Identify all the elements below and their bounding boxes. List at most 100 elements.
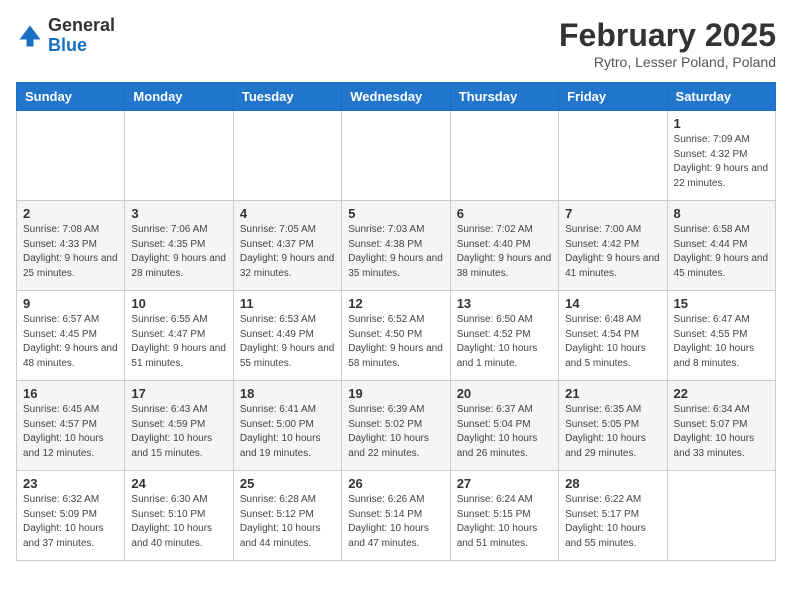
day-number: 26 [348,476,443,491]
day-number: 11 [240,296,335,311]
calendar-cell: 10 Sunrise: 6:55 AM Sunset: 4:47 PM Dayli… [125,291,233,381]
calendar-cell: 19Sunrise: 6:39 AM Sunset: 5:02 PM Dayli… [342,381,450,471]
calendar-cell [125,111,233,201]
day-number: 1 [674,116,769,131]
title-block: February 2025 Rytro, Lesser Poland, Pola… [559,16,776,70]
day-info: Sunrise: 6:35 AM Sunset: 5:05 PM Dayligh… [565,403,660,461]
day-number: 15 [674,296,769,311]
day-number: 17 [131,386,226,401]
day-number: 25 [240,476,335,491]
calendar-week-row: 23 Sunrise: 6:32 AM Sunset: 5:09 PM Dayli… [17,471,776,561]
calendar-header-row: SundayMondayTuesdayWednesdayThursdayFrid… [17,83,776,111]
calendar-cell: 12 Sunrise: 6:52 AM Sunset: 4:50 PM Dayli… [342,291,450,381]
calendar-cell: 1 Sunrise: 7:09 AM Sunset: 4:32 PM Daylig… [667,111,775,201]
day-info: Sunrise: 6:55 AM Sunset: 4:47 PM Dayligh… [131,313,226,371]
calendar-cell: 3 Sunrise: 7:06 AM Sunset: 4:35 PM Daylig… [125,201,233,291]
calendar-cell: 21 Sunrise: 6:35 AM Sunset: 5:05 PM Dayli… [559,381,667,471]
calendar-cell [450,111,558,201]
day-number: 22 [674,386,769,401]
day-number: 13 [457,296,552,311]
month-title: February 2025 [559,16,776,54]
calendar-cell: 18Sunrise: 6:41 AM Sunset: 5:00 PM Dayli… [233,381,341,471]
calendar-cell: 7 Sunrise: 7:00 AM Sunset: 4:42 PM Daylig… [559,201,667,291]
location: Rytro, Lesser Poland, Poland [559,54,776,70]
day-number: 23 [23,476,118,491]
calendar-cell: 5 Sunrise: 7:03 AM Sunset: 4:38 PM Daylig… [342,201,450,291]
weekday-header: Wednesday [342,83,450,111]
day-number: 20 [457,386,552,401]
calendar-cell: 26 Sunrise: 6:26 AM Sunset: 5:14 PM Dayli… [342,471,450,561]
day-info: Sunrise: 6:37 AM Sunset: 5:04 PM Dayligh… [457,403,552,461]
day-info: Sunrise: 7:05 AM Sunset: 4:37 PM Dayligh… [240,223,335,281]
day-number: 10 [131,296,226,311]
day-info: Sunrise: 6:24 AM Sunset: 5:15 PM Dayligh… [457,493,552,551]
calendar-cell: 28 Sunrise: 6:22 AM Sunset: 5:17 PM Dayli… [559,471,667,561]
day-number: 12 [348,296,443,311]
calendar-cell: 6 Sunrise: 7:02 AM Sunset: 4:40 PM Daylig… [450,201,558,291]
calendar-cell: 2 Sunrise: 7:08 AM Sunset: 4:33 PM Daylig… [17,201,125,291]
day-info: Sunrise: 6:57 AM Sunset: 4:45 PM Dayligh… [23,313,118,371]
day-number: 6 [457,206,552,221]
day-info: Sunrise: 6:39 AM Sunset: 5:02 PM Dayligh… [348,403,443,461]
day-number: 16 [23,386,118,401]
calendar-cell: 23 Sunrise: 6:32 AM Sunset: 5:09 PM Dayli… [17,471,125,561]
weekday-header: Monday [125,83,233,111]
calendar-cell [667,471,775,561]
weekday-header: Tuesday [233,83,341,111]
day-info: Sunrise: 7:06 AM Sunset: 4:35 PM Dayligh… [131,223,226,281]
calendar-cell: 20 Sunrise: 6:37 AM Sunset: 5:04 PM Dayli… [450,381,558,471]
day-info: Sunrise: 7:08 AM Sunset: 4:33 PM Dayligh… [23,223,118,281]
day-info: Sunrise: 6:47 AM Sunset: 4:55 PM Dayligh… [674,313,769,371]
calendar-cell [342,111,450,201]
calendar-cell [17,111,125,201]
logo-general: General [48,15,115,35]
day-number: 14 [565,296,660,311]
calendar-cell: 8Sunrise: 6:58 AM Sunset: 4:44 PM Daylig… [667,201,775,291]
day-info: Sunrise: 6:52 AM Sunset: 4:50 PM Dayligh… [348,313,443,371]
weekday-header: Thursday [450,83,558,111]
day-number: 3 [131,206,226,221]
day-info: Sunrise: 6:28 AM Sunset: 5:12 PM Dayligh… [240,493,335,551]
weekday-header: Sunday [17,83,125,111]
logo-blue: Blue [48,35,87,55]
day-info: Sunrise: 6:22 AM Sunset: 5:17 PM Dayligh… [565,493,660,551]
calendar-week-row: 1 Sunrise: 7:09 AM Sunset: 4:32 PM Daylig… [17,111,776,201]
day-number: 9 [23,296,118,311]
calendar-cell [559,111,667,201]
day-info: Sunrise: 6:45 AM Sunset: 4:57 PM Dayligh… [23,403,118,461]
day-number: 18 [240,386,335,401]
day-number: 2 [23,206,118,221]
day-info: Sunrise: 6:26 AM Sunset: 5:14 PM Dayligh… [348,493,443,551]
calendar-week-row: 2 Sunrise: 7:08 AM Sunset: 4:33 PM Daylig… [17,201,776,291]
day-info: Sunrise: 6:43 AM Sunset: 4:59 PM Dayligh… [131,403,226,461]
day-number: 21 [565,386,660,401]
day-info: Sunrise: 6:30 AM Sunset: 5:10 PM Dayligh… [131,493,226,551]
day-info: Sunrise: 6:34 AM Sunset: 5:07 PM Dayligh… [674,403,769,461]
day-info: Sunrise: 7:03 AM Sunset: 4:38 PM Dayligh… [348,223,443,281]
logo: General Blue [16,16,115,56]
day-number: 28 [565,476,660,491]
day-info: Sunrise: 6:48 AM Sunset: 4:54 PM Dayligh… [565,313,660,371]
calendar-cell: 27 Sunrise: 6:24 AM Sunset: 5:15 PM Dayli… [450,471,558,561]
day-info: Sunrise: 7:02 AM Sunset: 4:40 PM Dayligh… [457,223,552,281]
day-number: 4 [240,206,335,221]
day-info: Sunrise: 7:09 AM Sunset: 4:32 PM Dayligh… [674,133,769,191]
day-info: Sunrise: 7:00 AM Sunset: 4:42 PM Dayligh… [565,223,660,281]
day-number: 5 [348,206,443,221]
logo-text: General Blue [48,16,115,56]
page-header: General Blue February 2025 Rytro, Lesser… [16,16,776,70]
calendar-cell: 15 Sunrise: 6:47 AM Sunset: 4:55 PM Dayli… [667,291,775,381]
calendar-cell: 9 Sunrise: 6:57 AM Sunset: 4:45 PM Daylig… [17,291,125,381]
day-number: 7 [565,206,660,221]
day-number: 24 [131,476,226,491]
calendar-cell: 24 Sunrise: 6:30 AM Sunset: 5:10 PM Dayli… [125,471,233,561]
calendar-cell: 4 Sunrise: 7:05 AM Sunset: 4:37 PM Daylig… [233,201,341,291]
weekday-header: Friday [559,83,667,111]
day-info: Sunrise: 6:32 AM Sunset: 5:09 PM Dayligh… [23,493,118,551]
day-number: 27 [457,476,552,491]
calendar-cell: 22 Sunrise: 6:34 AM Sunset: 5:07 PM Dayli… [667,381,775,471]
day-info: Sunrise: 6:58 AM Sunset: 4:44 PM Dayligh… [674,223,769,281]
calendar-week-row: 16 Sunrise: 6:45 AM Sunset: 4:57 PM Dayli… [17,381,776,471]
calendar-cell: 25 Sunrise: 6:28 AM Sunset: 5:12 PM Dayli… [233,471,341,561]
calendar-cell: 16 Sunrise: 6:45 AM Sunset: 4:57 PM Dayli… [17,381,125,471]
